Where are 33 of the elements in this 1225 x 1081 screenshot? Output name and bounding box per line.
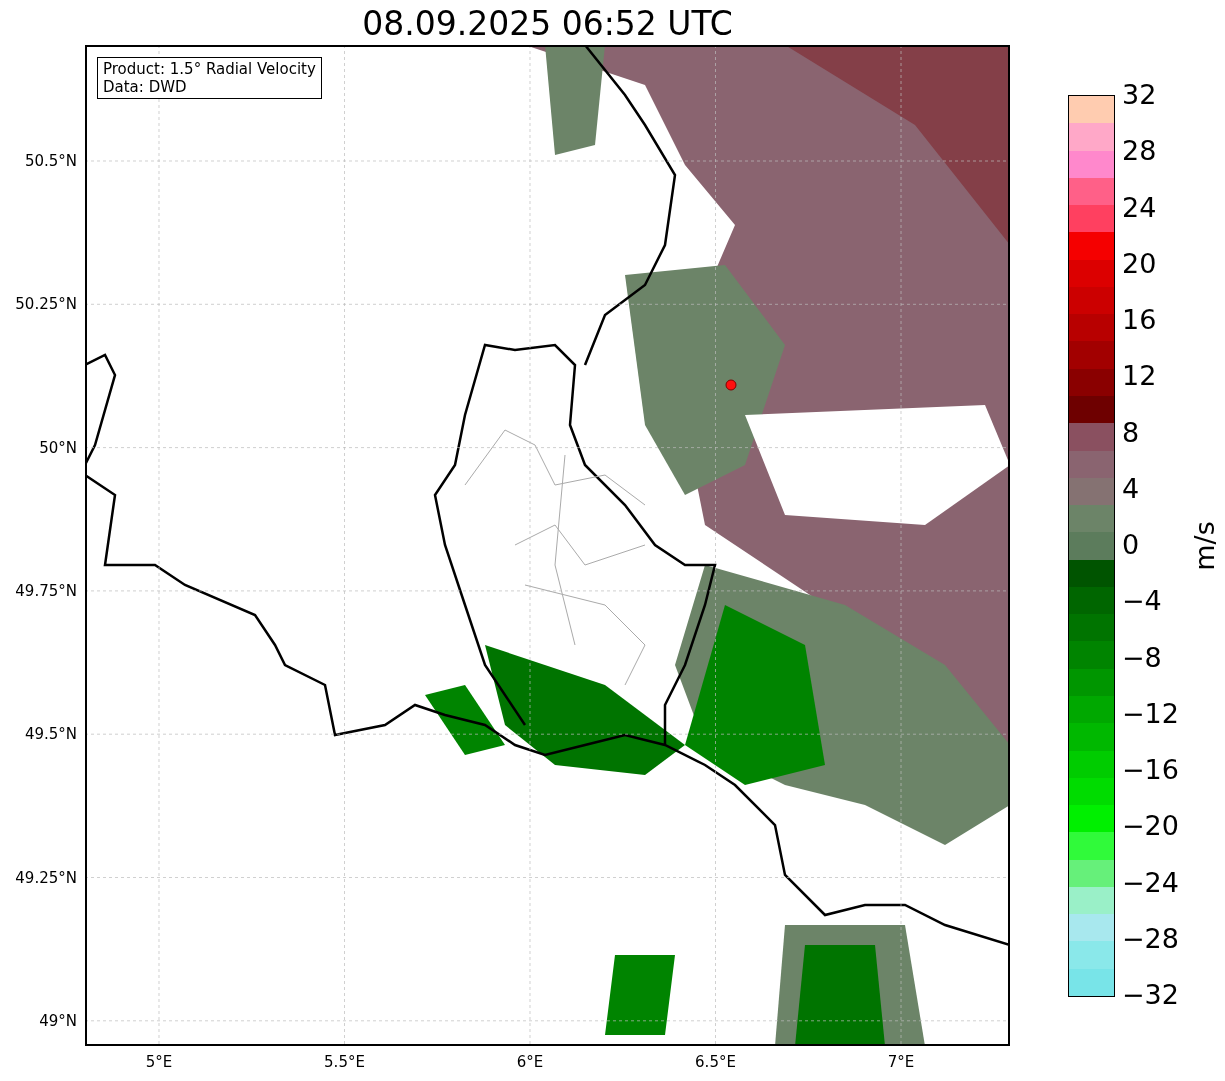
colorbar-tick-label: 28	[1122, 135, 1157, 168]
longitude-label: 6°E	[515, 1052, 545, 1072]
colorbar-unit-label: m/s	[1188, 521, 1221, 571]
latitude-label: 49.5°N	[24, 724, 77, 745]
latitude-label: 50.25°N	[15, 294, 77, 315]
colorbar-tick-label: 20	[1122, 247, 1157, 280]
longitude-label: 6.5°E	[694, 1052, 737, 1072]
colorbar-tick-label: −4	[1122, 585, 1162, 618]
colorbar-tick-label: 32	[1122, 79, 1157, 111]
legend-text: Data: DWD	[103, 78, 188, 96]
colorbar-tick-label: 0	[1122, 529, 1140, 561]
colorbar-tick-label: −8	[1122, 641, 1162, 674]
latitude-label: 50.5°N	[24, 151, 77, 171]
colorbar-tick-label: −16	[1122, 754, 1179, 786]
colorbar-tick-label: 4	[1122, 472, 1140, 505]
longitude-label: 5.5°E	[323, 1052, 366, 1072]
colorbar-tick-label: −20	[1122, 810, 1179, 843]
colorbar-tick-label: 12	[1122, 360, 1157, 393]
colorbar-tick-label: 16	[1122, 304, 1157, 336]
colorbar-tick-label: −24	[1122, 866, 1179, 899]
latitude-label: 50°N	[39, 437, 77, 458]
colorbar-tick-label: −32	[1122, 979, 1179, 1011]
legend-text: Product: 1.5° Radial Velocity	[103, 60, 316, 78]
longitude-label: 7°E	[886, 1052, 916, 1072]
colorbar-tick-label: 8	[1122, 416, 1140, 449]
latitude-label: 49.25°N	[15, 867, 77, 888]
longitude-label: 5°E	[144, 1052, 174, 1072]
colorbar-tick-label: 24	[1122, 191, 1157, 224]
latitude-label: 49.75°N	[15, 580, 77, 601]
chart-title: 08.09.2025 06:52 UTC	[361, 4, 734, 44]
latitude-label: 49°N	[39, 1010, 77, 1031]
colorbar-tick-label: −12	[1122, 697, 1179, 730]
colorbar-tick-label: −28	[1122, 922, 1179, 955]
